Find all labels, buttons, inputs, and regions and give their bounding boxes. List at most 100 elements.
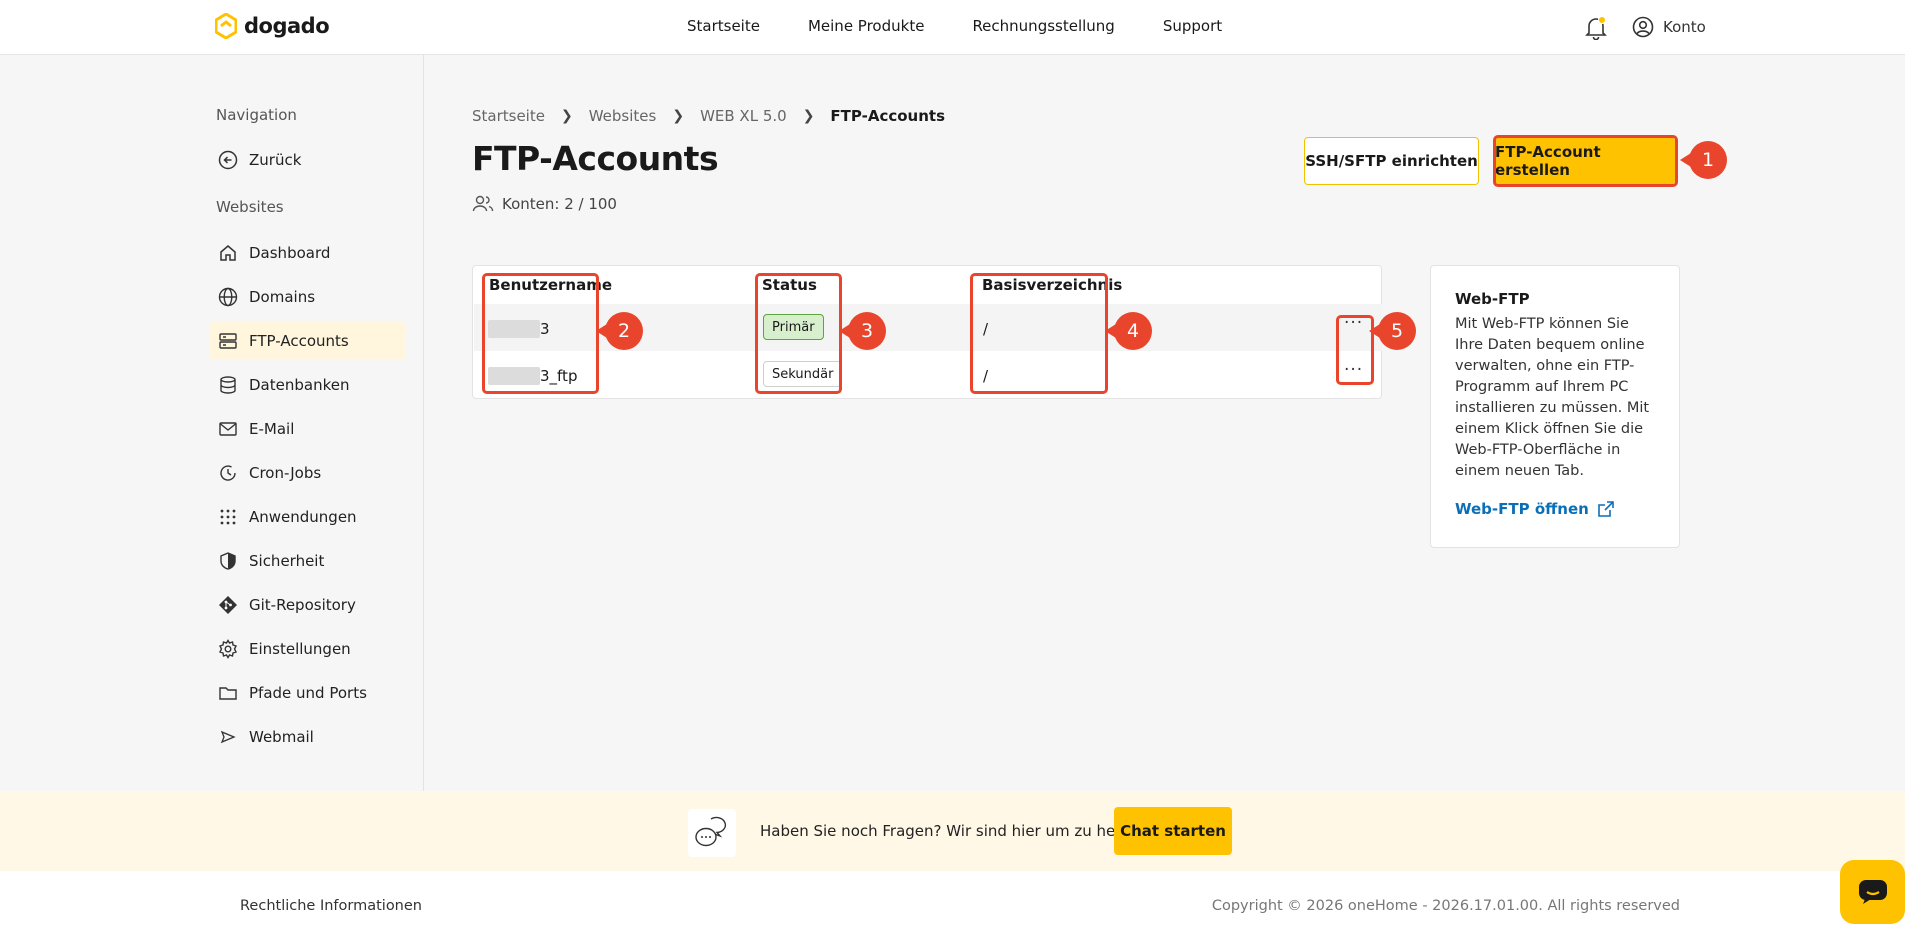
logo[interactable]: dogado	[215, 13, 330, 39]
globe-icon	[218, 287, 238, 307]
row-actions-menu-icon[interactable]: ···	[1344, 313, 1363, 333]
nav-support[interactable]: Support	[1163, 17, 1222, 35]
git-icon	[219, 596, 237, 614]
footer: Rechtliche Informationen Copyright © 202…	[0, 871, 1905, 940]
mail-icon	[219, 422, 237, 436]
breadcrumb-startseite[interactable]: Startseite	[472, 107, 545, 125]
username-cell: 3	[540, 320, 550, 338]
start-chat-button[interactable]: Chat starten	[1114, 807, 1232, 855]
open-web-ftp-label: Web-FTP öffnen	[1455, 500, 1589, 518]
sidebar-item-cron-jobs[interactable]: Cron-Jobs	[210, 454, 406, 492]
sidebar-back-label: Zurück	[249, 151, 302, 169]
accounts-count: Konten: 2 / 100	[472, 194, 617, 214]
annotation-marker-4: 4	[1105, 312, 1152, 350]
column-header-username[interactable]: Benutzername	[489, 276, 612, 294]
main-nav: Startseite Meine Produkte Rechnungsstell…	[687, 17, 1222, 35]
sidebar-item-anwendungen[interactable]: Anwendungen	[210, 498, 406, 536]
column-header-base-directory[interactable]: Basisverzeichnis	[982, 276, 1122, 294]
breadcrumb: Startseite ❯ Websites ❯ WEB XL 5.0 ❯ FTP…	[472, 107, 945, 125]
ssh-sftp-button[interactable]: SSH/SFTP einrichten	[1304, 137, 1479, 185]
open-web-ftp-link[interactable]: Web-FTP öffnen	[1455, 500, 1655, 518]
folder-icon	[219, 687, 237, 700]
send-icon	[220, 730, 236, 744]
sidebar-item-ftp-accounts[interactable]: FTP-Accounts	[210, 322, 406, 360]
table-row[interactable]: 3_ftp Sekundär / ···	[474, 351, 1382, 398]
breadcrumb-websites[interactable]: Websites	[589, 107, 657, 125]
sidebar-item-label: Anwendungen	[249, 508, 357, 526]
server-icon	[219, 333, 237, 349]
accounts-count-label: Konten: 2 / 100	[502, 195, 617, 213]
sidebar-item-label: Webmail	[249, 728, 314, 746]
legal-info-link[interactable]: Rechtliche Informationen	[240, 898, 422, 914]
sidebar-heading-navigation: Navigation	[216, 106, 297, 124]
help-text: Haben Sie noch Fragen? Wir sind hier um …	[760, 822, 1149, 840]
chevron-right-icon: ❯	[560, 108, 573, 124]
chat-bubbles-icon	[688, 809, 736, 857]
shield-icon	[220, 552, 236, 570]
sidebar-item-datenbanken[interactable]: Datenbanken	[210, 366, 406, 404]
copyright-text: Copyright © 2026 oneHome - 2026.17.01.00…	[1211, 898, 1680, 914]
sidebar-item-label: Domains	[249, 288, 316, 306]
home-icon	[220, 245, 236, 261]
sidebar-item-label: Datenbanken	[249, 376, 350, 394]
sidebar-heading-websites: Websites	[216, 198, 284, 216]
dogado-logo-icon	[215, 13, 237, 39]
sidebar-back[interactable]: Zurück	[210, 141, 406, 179]
account-menu[interactable]: Konto	[1632, 16, 1706, 38]
annotation-marker-2: 2	[596, 312, 643, 350]
sidebar-item-einstellungen[interactable]: Einstellungen	[210, 630, 406, 668]
chat-widget-button[interactable]	[1840, 860, 1905, 924]
breadcrumb-web-xl[interactable]: WEB XL 5.0	[700, 107, 787, 125]
nav-rechnungsstellung[interactable]: Rechnungsstellung	[972, 17, 1114, 35]
status-badge: Primär	[763, 314, 824, 340]
notification-bell-icon[interactable]	[1585, 16, 1607, 40]
brand-name: dogado	[244, 14, 330, 38]
web-ftp-title: Web-FTP	[1455, 290, 1530, 308]
grid-icon	[220, 509, 236, 525]
database-icon	[220, 376, 236, 394]
sidebar-item-email[interactable]: E-Mail	[210, 410, 406, 448]
sidebar-item-sicherheit[interactable]: Sicherheit	[210, 542, 406, 580]
sidebar-item-label: Pfade und Ports	[249, 684, 367, 702]
breadcrumb-current: FTP-Accounts	[830, 107, 946, 125]
sidebar: Navigation Zurück Websites Dashboard Dom…	[0, 55, 424, 791]
annotation-marker-1: 1	[1680, 141, 1727, 179]
back-arrow-icon	[218, 150, 238, 170]
sidebar-item-label: Dashboard	[249, 244, 331, 262]
help-banner: Haben Sie noch Fragen? Wir sind hier um …	[0, 791, 1905, 871]
page-title: FTP-Accounts	[472, 139, 719, 178]
base-directory-cell: /	[983, 320, 989, 338]
top-header: dogado Startseite Meine Produkte Rechnun…	[0, 0, 1905, 55]
chevron-right-icon: ❯	[672, 108, 685, 124]
external-link-icon	[1598, 501, 1614, 517]
web-ftp-card: Web-FTP Mit Web-FTP können Sie Ihre Date…	[1430, 265, 1680, 548]
sidebar-item-label: E-Mail	[249, 420, 295, 438]
annotation-marker-5: 5	[1369, 312, 1416, 350]
sidebar-item-git-repository[interactable]: Git-Repository	[210, 586, 406, 624]
status-badge: Sekundär	[763, 361, 843, 387]
sidebar-item-domains[interactable]: Domains	[210, 278, 406, 316]
base-directory-cell: /	[983, 367, 989, 385]
sidebar-item-label: Einstellungen	[249, 640, 351, 658]
nav-startseite[interactable]: Startseite	[687, 17, 760, 35]
clock-icon	[220, 465, 236, 481]
gear-icon	[219, 639, 237, 659]
sidebar-item-webmail[interactable]: Webmail	[210, 718, 406, 756]
chat-icon	[1858, 880, 1887, 904]
row-actions-menu-icon[interactable]: ···	[1344, 360, 1363, 380]
redacted-username	[488, 320, 540, 338]
sidebar-item-label: Sicherheit	[249, 552, 325, 570]
chevron-right-icon: ❯	[802, 108, 815, 124]
account-label: Konto	[1663, 18, 1706, 36]
nav-meine-produkte[interactable]: Meine Produkte	[808, 17, 924, 35]
create-ftp-account-button[interactable]: FTP-Account erstellen	[1495, 137, 1675, 185]
sidebar-item-dashboard[interactable]: Dashboard	[210, 234, 406, 272]
annotation-marker-3: 3	[839, 312, 886, 350]
column-header-status[interactable]: Status	[762, 276, 817, 294]
web-ftp-description: Mit Web-FTP können Sie Ihre Daten bequem…	[1455, 316, 1650, 479]
username-cell: 3_ftp	[540, 367, 578, 385]
sidebar-item-label: Git-Repository	[249, 596, 356, 614]
sidebar-item-label: FTP-Accounts	[249, 332, 349, 350]
sidebar-item-label: Cron-Jobs	[249, 464, 322, 482]
sidebar-item-pfade-und-ports[interactable]: Pfade und Ports	[210, 674, 406, 712]
